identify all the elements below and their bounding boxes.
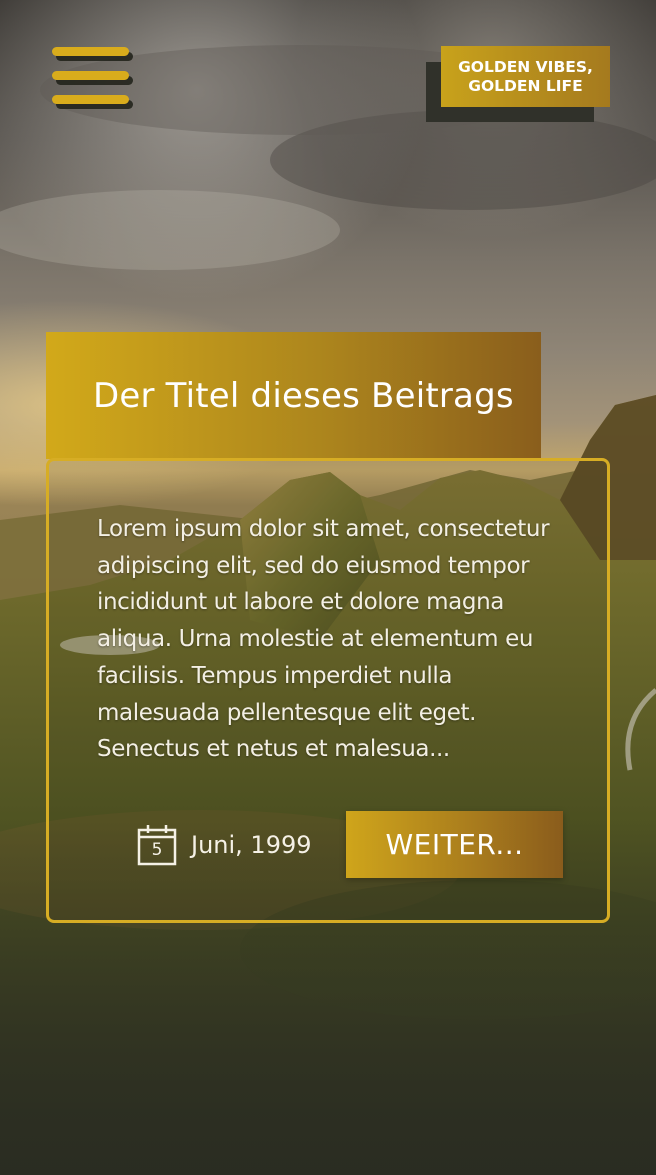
hamburger-menu-icon[interactable] [52,47,132,111]
read-more-button[interactable]: WEITER... [346,811,563,878]
post-date-text: Juni, 1999 [191,831,312,859]
post-excerpt: Lorem ipsum dolor sit amet, consectetur … [97,516,550,763]
brand-line-1: GOLDEN VIBES, [458,57,593,76]
post-card: Lorem ipsum dolor sit amet, consectetur … [46,458,610,923]
post-title: Der Titel dieses Beitrags [93,375,514,416]
calendar-day-number: 5 [151,840,163,860]
menu-bar-bottom [52,95,129,104]
menu-bar-top [52,47,129,56]
app-screen: GOLDEN VIBES, GOLDEN LIFE Der Titel dies… [0,0,656,1175]
post-date: 5 Juni, 1999 [137,823,312,867]
brand-line-2: GOLDEN LIFE [468,76,583,95]
menu-bar-middle [52,71,129,80]
brand-badge[interactable]: GOLDEN VIBES, GOLDEN LIFE [441,46,610,107]
calendar-icon: 5 [137,824,177,866]
post-title-header: Der Titel dieses Beitrags [46,332,541,459]
